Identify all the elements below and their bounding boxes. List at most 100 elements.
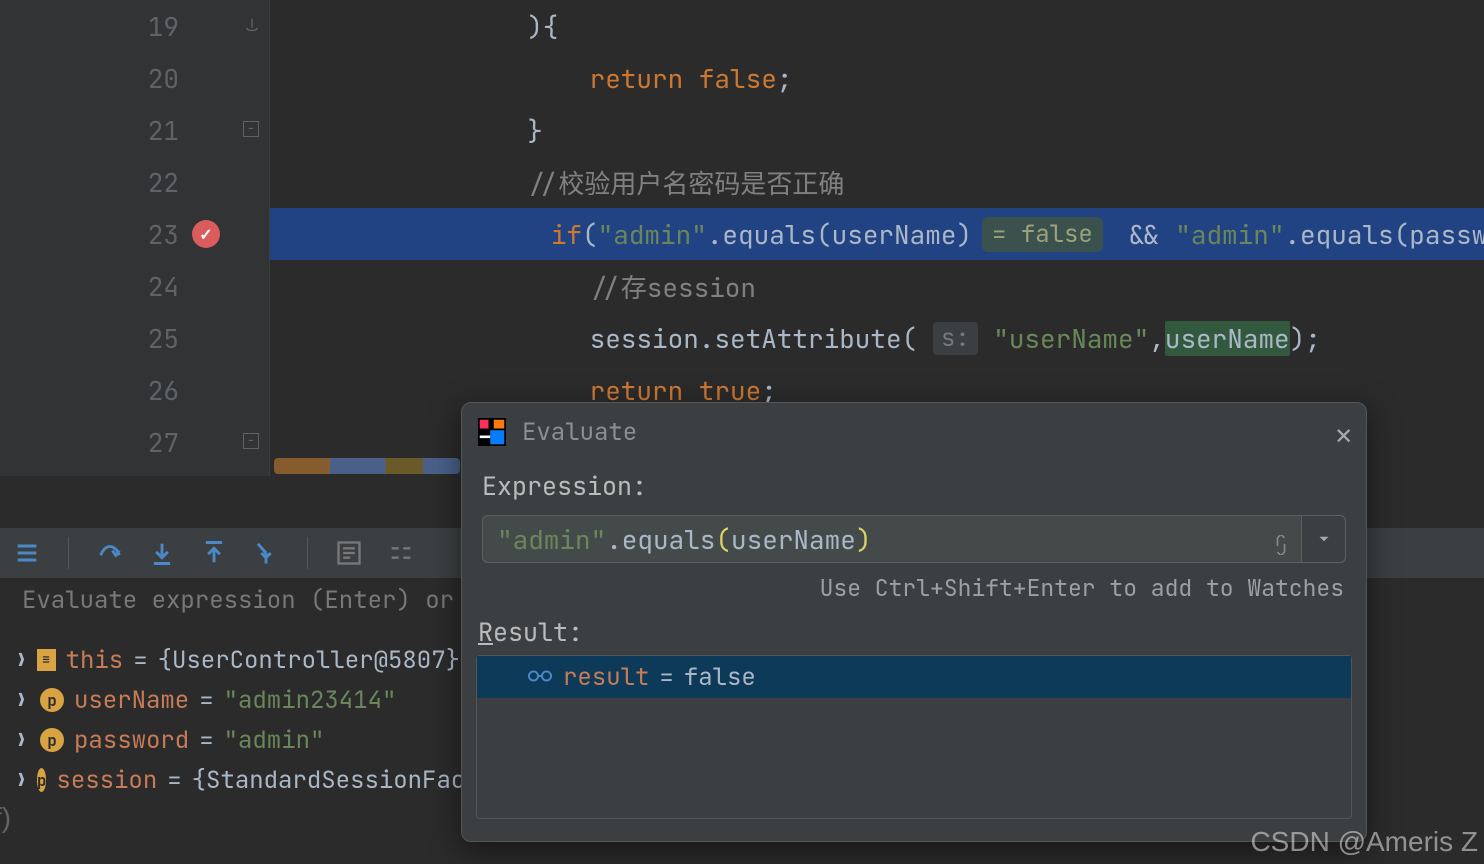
equals-sign: = [199,685,213,716]
code-token: ; [777,61,793,96]
watch-icon [527,663,553,692]
code-token: .equals(userName) [707,217,972,252]
equals-sign: = [199,725,213,756]
code-token: } [527,113,543,148]
code-token: "admin" [598,217,707,252]
watermark-left: f) [0,802,11,834]
result-row[interactable]: result = false [477,656,1351,698]
code-line[interactable]: ){ [270,0,1484,52]
expression-input[interactable]: "admin".equals(userName) [482,515,1302,563]
line-number: 21 [148,113,179,148]
expr-open-paren: ( [715,522,731,557]
editor-gutter[interactable]: 19 20 21 − 22 23 24 25 26 27− [0,0,270,476]
fold-icon[interactable]: − [243,121,259,137]
code-token: "admin" [1175,217,1284,252]
expr-ident: userName [731,522,856,557]
variable-name: this [66,645,124,676]
evaluate-dialog: Evaluate ✕ Expression: "admin".equals(us… [461,402,1367,842]
chevron-right-icon[interactable]: ❯ [16,729,30,752]
gutter-line[interactable]: 27− [0,416,269,468]
close-icon[interactable]: ✕ [1335,417,1352,454]
step-out-button[interactable] [197,536,231,570]
run-to-cursor-button[interactable] [249,536,283,570]
code-token: , [1149,321,1165,356]
variable-value: "admin" [224,725,325,756]
code-token: ){ [527,9,558,44]
gutter-line[interactable]: 24 [0,260,269,312]
variable-name: session [56,765,157,796]
fold-icon[interactable]: − [243,433,259,449]
step-into-button[interactable] [145,536,179,570]
variable-row[interactable]: ❯ p userName = "admin23414" [0,680,460,720]
separator [307,537,308,569]
gutter-line[interactable]: 21 − [0,104,269,156]
line-number: 24 [148,269,179,304]
code-line[interactable]: //校验用户名密码是否正确 [270,156,1484,208]
parameter-icon: p [40,688,64,712]
gutter-line[interactable]: 25 [0,312,269,364]
watermark: CSDN @Ameris Z [1250,826,1478,858]
chevron-right-icon[interactable]: ❯ [16,769,27,792]
gutter-line[interactable]: 22 [0,156,269,208]
code-token: .equals(passwor [1284,217,1484,252]
code-line[interactable]: if("admin".equals(userName)= false && "a… [270,208,1484,260]
intellij-icon [478,418,506,446]
line-number: 19 [148,9,179,44]
gutter-line[interactable]: 26 [0,364,269,416]
dialog-header[interactable]: Evaluate ✕ [462,403,1366,461]
identifier-usage: userName [1165,321,1290,356]
variable-name: userName [74,685,189,716]
code-token: && [1113,217,1175,252]
line-number: 22 [148,165,179,200]
evaluate-expression-button[interactable] [332,536,366,570]
inline-value-hint: = false [982,217,1103,252]
gutter-line[interactable]: 20 [0,52,269,104]
code-token: ( [582,217,598,252]
code-token: ); [1290,321,1321,356]
equals-sign: = [133,645,147,676]
line-number: 26 [148,373,179,408]
result-eq: = [659,662,673,693]
dialog-title: Evaluate [522,417,637,448]
expand-icon[interactable] [1271,528,1291,563]
result-label: Result: [462,603,1366,655]
line-number: 25 [148,321,179,356]
chevron-right-icon[interactable]: ❯ [16,689,30,712]
expr-string: "admin" [497,522,606,557]
code-token: "userName" [978,321,1150,356]
gutter-line[interactable]: 23 [0,208,269,260]
code-line[interactable]: return false; [270,52,1484,104]
code-token: //存session [590,268,756,305]
variable-value: {StandardSessionFaca [192,765,480,796]
show-execution-point-button[interactable] [10,536,44,570]
step-over-button[interactable] [93,536,127,570]
code-token: if [551,217,582,252]
parameter-icon: p [40,728,64,752]
expr-close-paren: ) [856,522,872,557]
watch-input-placeholder[interactable]: Evaluate expression (Enter) or [22,585,454,616]
parameter-hint: s: [933,322,978,355]
trace-button[interactable] [384,536,418,570]
result-name: result [563,662,649,693]
expression-label: Expression: [462,461,1366,515]
code-line[interactable]: //存session [270,260,1484,312]
expr-method: .equals [606,522,715,557]
variables-panel[interactable]: ❯≡this = {UserController@5807}❯puserName… [0,640,460,800]
chevron-right-icon[interactable]: ❯ [16,649,27,672]
result-value: false [684,662,756,693]
code-token: //校验用户名密码是否正确 [527,164,844,201]
horizontal-scrollbar[interactable] [274,458,460,474]
result-area[interactable]: result = false [476,655,1352,819]
variable-row[interactable]: ❯≡this = {UserController@5807} [0,640,460,680]
code-line[interactable]: } [270,104,1484,156]
code-token: return false [590,61,777,96]
expression-history-dropdown[interactable] [1302,515,1346,563]
code-line[interactable]: session.setAttribute( s: "userName",user… [270,312,1484,364]
variable-row[interactable]: ❯ppassword = "admin" [0,720,460,760]
parameter-icon: p [37,768,47,792]
equals-sign: = [167,765,181,796]
variable-row[interactable]: ❯psession = {StandardSessionFaca [0,760,460,800]
fold-end-icon[interactable] [243,17,261,35]
gutter-line[interactable]: 19 [0,0,269,52]
variable-value: "admin23414" [224,685,397,716]
